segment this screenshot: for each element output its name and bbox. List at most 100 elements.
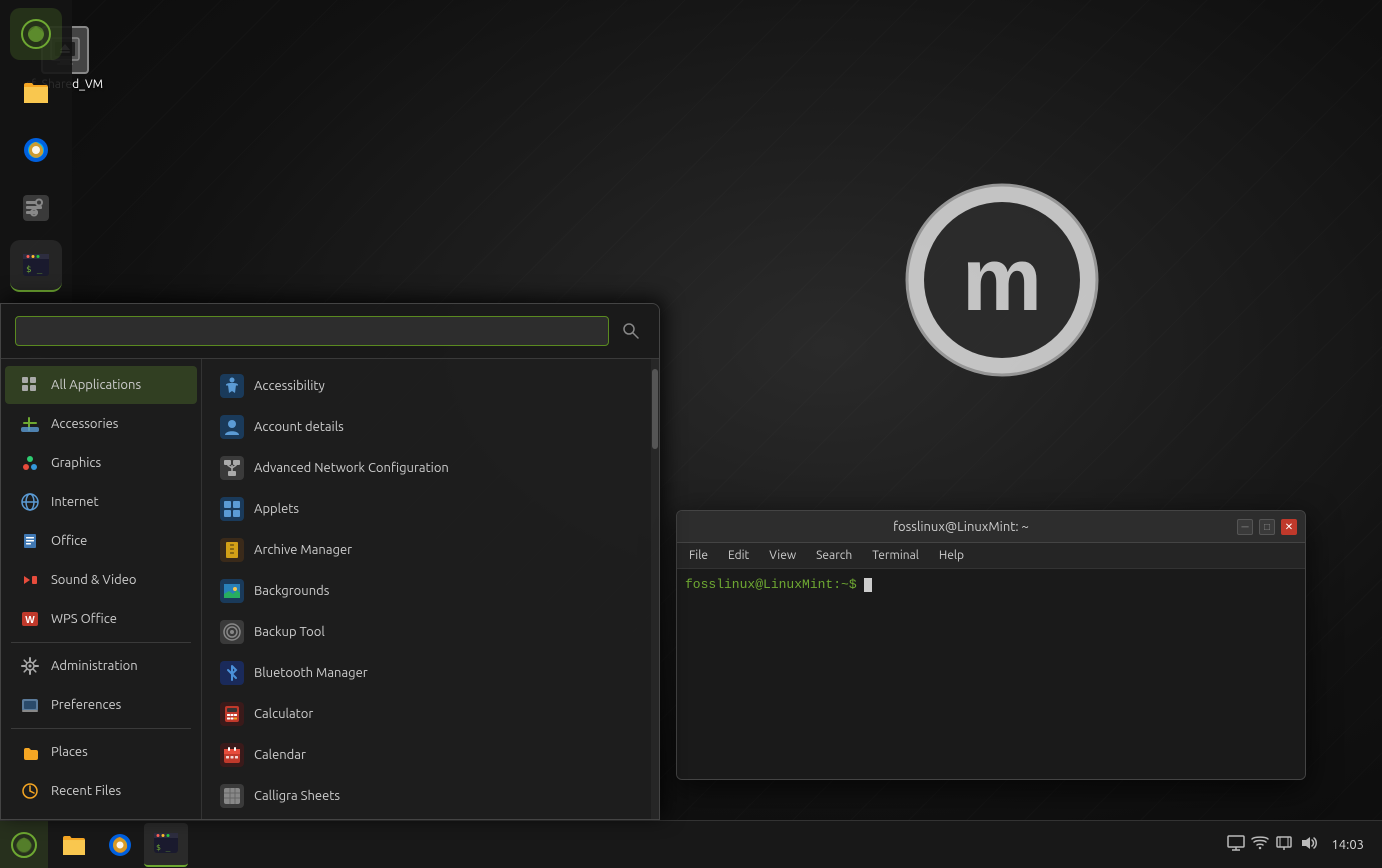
scroll-thumb[interactable] xyxy=(652,369,658,449)
category-office-label: Office xyxy=(51,534,87,548)
app-calendar[interactable]: Calendar xyxy=(206,735,647,775)
backup-tool-icon xyxy=(220,620,244,644)
menu-divider-1 xyxy=(11,642,191,643)
category-preferences-label: Preferences xyxy=(51,698,121,712)
search-bar xyxy=(1,304,659,359)
taskbar-tray: 14:03 xyxy=(1217,834,1382,856)
app-account-details[interactable]: Account details xyxy=(206,407,647,447)
recent-icon xyxy=(19,780,41,802)
mint-logo: m xyxy=(902,180,1102,380)
terminal-menu-view[interactable]: View xyxy=(765,547,800,564)
advanced-network-icon xyxy=(220,456,244,480)
accessibility-label: Accessibility xyxy=(254,379,325,393)
category-administration[interactable]: Administration xyxy=(5,647,197,685)
category-office[interactable]: Office xyxy=(5,522,197,560)
menu-categories: All Applications Accessories xyxy=(1,359,201,819)
terminal-menu-edit[interactable]: Edit xyxy=(724,547,753,564)
search-input[interactable] xyxy=(15,316,609,346)
taskbar-start-button[interactable] xyxy=(0,821,48,868)
terminal-close-btn[interactable]: ✕ xyxy=(1281,519,1297,535)
menu-divider-2 xyxy=(11,728,191,729)
app-calculator[interactable]: Calculator xyxy=(206,694,647,734)
dock-files[interactable] xyxy=(10,66,62,118)
app-bluetooth-manager[interactable]: Bluetooth Manager xyxy=(206,653,647,693)
calendar-icon xyxy=(220,743,244,767)
tray-display-icon[interactable] xyxy=(1275,834,1293,856)
archive-manager-label: Archive Manager xyxy=(254,543,352,557)
calligra-sheets-label: Calligra Sheets xyxy=(254,789,340,803)
app-archive-manager[interactable]: Archive Manager xyxy=(206,530,647,570)
terminal-menu-search[interactable]: Search xyxy=(812,547,856,564)
backgrounds-label: Backgrounds xyxy=(254,584,329,598)
administration-icon xyxy=(19,655,41,677)
menu-apps: Accessibility Account details xyxy=(201,359,651,819)
category-administration-label: Administration xyxy=(51,659,138,673)
applets-label: Applets xyxy=(254,502,299,516)
category-preferences[interactable]: Preferences xyxy=(5,686,197,724)
terminal-titlebar: fosslinux@LinuxMint: ~ ─ □ ✕ xyxy=(677,511,1305,543)
archive-manager-icon xyxy=(220,538,244,562)
bluetooth-manager-label: Bluetooth Manager xyxy=(254,666,368,680)
category-places[interactable]: Places xyxy=(5,733,197,771)
category-sound-video[interactable]: Sound & Video xyxy=(5,561,197,599)
terminal-cursor xyxy=(864,578,872,592)
app-advanced-network[interactable]: Advanced Network Configuration xyxy=(206,448,647,488)
dock-firefox[interactable] xyxy=(10,124,62,176)
terminal-maximize-btn[interactable]: □ xyxy=(1259,519,1275,535)
category-internet[interactable]: Internet xyxy=(5,483,197,521)
terminal-menu-file[interactable]: File xyxy=(685,547,712,564)
accessibility-app-icon xyxy=(220,374,244,398)
places-icon xyxy=(19,741,41,763)
category-internet-label: Internet xyxy=(51,495,99,509)
svg-text:$ _: $ _ xyxy=(26,265,43,275)
account-details-icon xyxy=(220,415,244,439)
terminal-window: fosslinux@LinuxMint: ~ ─ □ ✕ File Edit V… xyxy=(676,510,1306,780)
svg-text:$ _: $ _ xyxy=(156,843,171,852)
calligra-sheets-icon xyxy=(220,784,244,808)
preferences-icon xyxy=(19,694,41,716)
category-wps-office[interactable]: W WPS Office xyxy=(5,600,197,638)
wps-office-icon: W xyxy=(19,608,41,630)
dock-terminal[interactable]: $ _ xyxy=(10,240,62,292)
taskbar-clock: 14:03 xyxy=(1323,838,1372,852)
category-accessories-label: Accessories xyxy=(51,417,118,431)
svg-text:m: m xyxy=(962,230,1042,330)
category-all-label: All Applications xyxy=(51,378,141,392)
app-calligra-sheets[interactable]: Calligra Sheets xyxy=(206,776,647,816)
office-icon xyxy=(19,530,41,552)
app-backgrounds[interactable]: Backgrounds xyxy=(206,571,647,611)
terminal-controls: ─ □ ✕ xyxy=(1237,519,1297,535)
tray-volume-icon[interactable] xyxy=(1299,834,1317,856)
app-accessibility[interactable]: Accessibility xyxy=(206,366,647,406)
dock-settings[interactable] xyxy=(10,182,62,234)
terminal-menu-terminal[interactable]: Terminal xyxy=(868,547,923,564)
backup-tool-label: Backup Tool xyxy=(254,625,325,639)
applets-icon xyxy=(220,497,244,521)
tray-screen-icon[interactable] xyxy=(1227,834,1245,856)
taskbar-app-files[interactable] xyxy=(52,823,96,867)
search-button[interactable] xyxy=(617,317,645,345)
bluetooth-manager-icon xyxy=(220,661,244,685)
tray-network-icon[interactable] xyxy=(1251,834,1269,856)
desktop: m sf_Shared_VM xyxy=(0,0,1382,868)
calculator-icon xyxy=(220,702,244,726)
dock-start[interactable] xyxy=(10,8,62,60)
taskbar-app-firefox[interactable] xyxy=(98,823,142,867)
app-applets[interactable]: Applets xyxy=(206,489,647,529)
terminal-menu-help[interactable]: Help xyxy=(935,547,968,564)
category-accessories[interactable]: Accessories xyxy=(5,405,197,443)
category-sound-video-label: Sound & Video xyxy=(51,573,137,587)
graphics-icon xyxy=(19,452,41,474)
app-backup-tool[interactable]: Backup Tool xyxy=(206,612,647,652)
terminal-body[interactable]: fosslinux@LinuxMint:~$ xyxy=(677,569,1305,779)
taskbar-app-terminal[interactable]: $ _ xyxy=(144,823,188,867)
calculator-label: Calculator xyxy=(254,707,313,721)
category-wps-label: WPS Office xyxy=(51,612,117,626)
taskbar-apps: $ _ xyxy=(48,823,1217,867)
all-apps-icon xyxy=(19,374,41,396)
category-graphics[interactable]: Graphics xyxy=(5,444,197,482)
category-recent[interactable]: Recent Files xyxy=(5,772,197,810)
category-all[interactable]: All Applications xyxy=(5,366,197,404)
terminal-minimize-btn[interactable]: ─ xyxy=(1237,519,1253,535)
advanced-network-label: Advanced Network Configuration xyxy=(254,461,449,475)
